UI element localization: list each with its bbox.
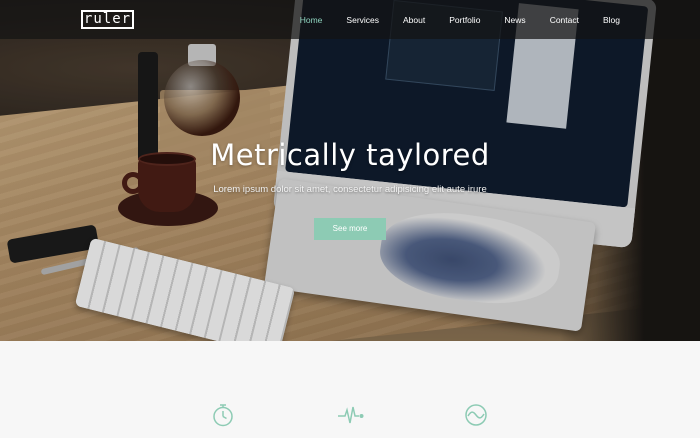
main-menu: Home Services About Portfolio News Conta…	[276, 0, 620, 39]
heartbeat-icon	[338, 406, 364, 424]
nav-item-contact[interactable]: Contact	[550, 15, 579, 25]
nav-item-portfolio[interactable]: Portfolio	[449, 15, 480, 25]
hero-subline: Lorem ipsum dolor sit amet, consectetur …	[213, 184, 487, 195]
nav-item-services[interactable]: Services	[346, 15, 379, 25]
top-navbar: ruler Home Services About Portfolio News…	[0, 0, 700, 39]
nav-item-about[interactable]: About	[403, 15, 425, 25]
wave-circle-icon	[465, 404, 487, 426]
stopwatch-icon	[213, 404, 233, 427]
hero-headline: Metrically taylored	[210, 138, 490, 172]
see-more-button[interactable]: See more	[314, 218, 386, 240]
nav-item-home[interactable]: Home	[300, 15, 323, 25]
hero-section: Metrically taylored Lorem ipsum dolor si…	[0, 0, 700, 341]
nav-item-news[interactable]: News	[504, 15, 525, 25]
nav-item-blog[interactable]: Blog	[603, 15, 620, 25]
site-logo[interactable]: ruler	[81, 10, 134, 29]
